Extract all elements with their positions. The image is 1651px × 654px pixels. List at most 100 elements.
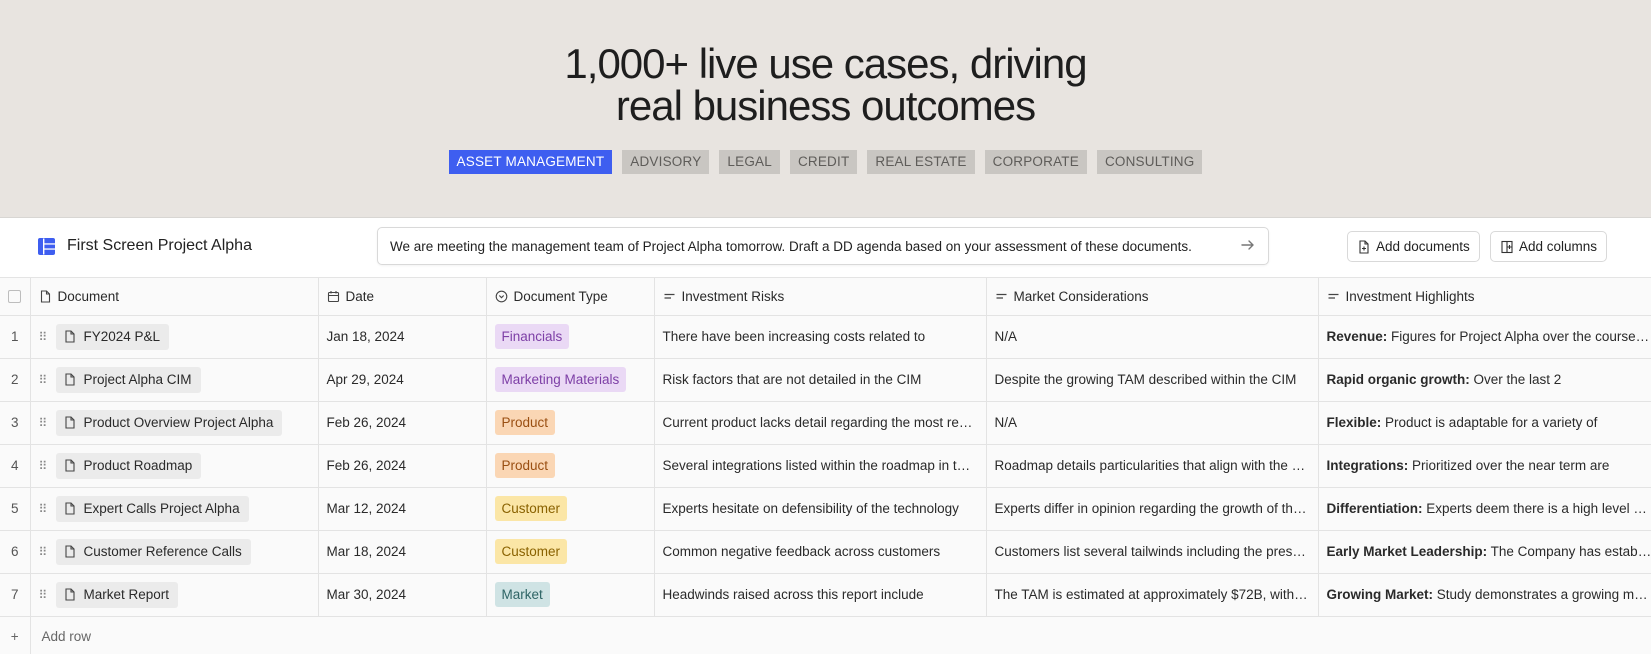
market-considerations-cell[interactable]: Customers list several tailwinds includi… — [986, 530, 1319, 574]
table-row[interactable]: 1 ⠿ FY2024 P&L Jan 18, 2024 Financials There … — [0, 315, 1651, 359]
document-type-cell[interactable]: Product — [486, 401, 655, 445]
document-cell[interactable]: ⠿ Expert Calls Project Alpha — [30, 487, 319, 531]
investment-highlights-cell[interactable]: Flexible: Product is adaptable for a var… — [1318, 401, 1651, 445]
document-chip[interactable]: Customer Reference Calls — [55, 538, 251, 565]
table-row[interactable]: 4 ⠿ Product Roadmap Feb 26, 2024 Product Seve… — [0, 444, 1651, 488]
investment-risks-cell[interactable]: Experts hesitate on defensibility of the… — [654, 487, 987, 531]
document-chip[interactable]: Market Report — [55, 581, 179, 608]
industry-tab[interactable]: ASSET MANAGEMENT — [448, 150, 613, 174]
add-row-label[interactable]: Add row — [30, 616, 1651, 654]
add-row[interactable]: + Add row — [0, 616, 1651, 654]
date-cell[interactable]: Jan 18, 2024 — [318, 315, 487, 359]
file-icon — [40, 290, 50, 303]
highlight-heading: Differentiation: — [1326, 501, 1423, 516]
plus-icon[interactable]: + — [0, 616, 31, 654]
document-type-cell[interactable]: Customer — [486, 487, 655, 531]
file-icon — [64, 330, 75, 343]
document-chip[interactable]: FY2024 P&L — [55, 323, 170, 350]
highlight-heading: Early Market Leadership: — [1326, 544, 1488, 559]
market-considerations-cell[interactable]: Experts differ in opinion regarding the … — [986, 487, 1319, 531]
document-chip[interactable]: Project Alpha CIM — [55, 366, 201, 393]
document-type-cell[interactable]: Product — [486, 444, 655, 488]
investment-risks-cell[interactable]: Current product lacks detail regarding t… — [654, 401, 987, 445]
date-cell[interactable]: Feb 26, 2024 — [318, 401, 487, 445]
column-header-document[interactable]: Document — [30, 278, 319, 316]
investment-risks-cell[interactable]: Several integrations listed within the r… — [654, 444, 987, 488]
table-row[interactable]: 2 ⠿ Project Alpha CIM Apr 29, 2024 Marketing… — [0, 358, 1651, 402]
document-cell[interactable]: ⠿ Customer Reference Calls — [30, 530, 319, 574]
documents-table: Document Date Document Type Investment R… — [0, 278, 1651, 654]
investment-risks-cell[interactable]: Headwinds raised across this report incl… — [654, 573, 987, 617]
investment-highlights-cell[interactable]: Integrations: Prioritized over the near … — [1318, 444, 1651, 488]
document-name: Market Report — [83, 587, 170, 602]
add-columns-button[interactable]: Add columns — [1490, 231, 1608, 262]
document-cell[interactable]: ⠿ FY2024 P&L — [30, 315, 319, 359]
document-type-cell[interactable]: Marketing Materials — [486, 358, 655, 402]
drag-handle-icon[interactable]: ⠿ — [39, 502, 48, 516]
market-considerations-cell[interactable]: The TAM is estimated at approximately $7… — [986, 573, 1319, 617]
investment-highlights-cell[interactable]: Revenue: Figures for Project Alpha over … — [1318, 315, 1651, 359]
text-lines-icon — [1328, 293, 1338, 299]
date-cell[interactable]: Mar 12, 2024 — [318, 487, 487, 531]
document-cell[interactable]: ⠿ Market Report — [30, 573, 319, 617]
column-header-investment-risks[interactable]: Investment Risks — [654, 278, 987, 316]
arrow-right-icon[interactable] — [1240, 237, 1256, 253]
column-header-market-considerations[interactable]: Market Considerations — [986, 278, 1319, 316]
drag-handle-icon[interactable]: ⠿ — [39, 373, 48, 387]
column-header-document-type[interactable]: Document Type — [486, 278, 655, 316]
investment-highlights-cell[interactable]: Rapid organic growth: Over the last 2 — [1318, 358, 1651, 402]
document-type-cell[interactable]: Customer — [486, 530, 655, 574]
column-header-investment-highlights[interactable]: Investment Highlights — [1318, 278, 1651, 316]
date-cell[interactable]: Mar 18, 2024 — [318, 530, 487, 574]
drag-handle-icon[interactable]: ⠿ — [39, 416, 48, 430]
industry-tab[interactable]: CORPORATE — [984, 150, 1087, 174]
industry-tab[interactable]: CREDIT — [789, 150, 858, 174]
table-row[interactable]: 3 ⠿ Product Overview Project Alpha Feb 26, … — [0, 401, 1651, 445]
document-type-cell[interactable]: Market — [486, 573, 655, 617]
document-type-badge: Product — [494, 453, 556, 478]
document-cell[interactable]: ⠿ Product Roadmap — [30, 444, 319, 488]
file-icon — [64, 459, 75, 472]
investment-risks-cell[interactable]: Common negative feedback across customer… — [654, 530, 987, 574]
file-icon — [64, 502, 75, 515]
market-considerations-cell[interactable]: N/A — [986, 315, 1319, 359]
select-all-checkbox[interactable] — [8, 289, 22, 303]
prompt-input[interactable]: We are meeting the management team of Pr… — [377, 227, 1269, 265]
add-documents-button[interactable]: Add documents — [1347, 231, 1480, 262]
document-chip[interactable]: Product Roadmap — [55, 452, 202, 479]
select-all-cell[interactable] — [0, 278, 31, 316]
table-row[interactable]: 7 ⠿ Market Report Mar 30, 2024 Market Headwin… — [0, 573, 1651, 617]
document-chip[interactable]: Expert Calls Project Alpha — [55, 495, 249, 522]
market-considerations-cell[interactable]: N/A — [986, 401, 1319, 445]
drag-handle-icon[interactable]: ⠿ — [39, 459, 48, 473]
table-row[interactable]: 5 ⠿ Expert Calls Project Alpha Mar 12, 2024… — [0, 487, 1651, 531]
date-cell[interactable]: Mar 30, 2024 — [318, 573, 487, 617]
drag-handle-icon[interactable]: ⠿ — [39, 588, 48, 602]
market-considerations-cell[interactable]: Despite the growing TAM described within… — [986, 358, 1319, 402]
date-cell[interactable]: Feb 26, 2024 — [318, 444, 487, 488]
document-chip[interactable]: Product Overview Project Alpha — [55, 409, 283, 436]
industry-tab[interactable]: REAL ESTATE — [867, 150, 975, 174]
drag-handle-icon[interactable]: ⠿ — [39, 545, 48, 559]
column-header-date[interactable]: Date — [318, 278, 487, 316]
text-lines-icon — [664, 293, 674, 299]
drag-handle-icon[interactable]: ⠿ — [39, 330, 48, 344]
column-label: Document Type — [513, 288, 608, 304]
document-cell[interactable]: ⠿ Project Alpha CIM — [30, 358, 319, 402]
table-row[interactable]: 6 ⠿ Customer Reference Calls Mar 18, 2024 Cu… — [0, 530, 1651, 574]
investment-highlights-cell[interactable]: Early Market Leadership: The Company has… — [1318, 530, 1651, 574]
market-considerations-cell[interactable]: Roadmap details particularities that ali… — [986, 444, 1319, 488]
investment-risks-cell[interactable]: There have been increasing costs related… — [654, 315, 987, 359]
document-type-badge: Product — [494, 410, 556, 435]
industry-tab[interactable]: LEGAL — [719, 150, 780, 174]
investment-highlights-cell[interactable]: Growing Market: Study demonstrates a gro… — [1318, 573, 1651, 617]
investment-risks-cell[interactable]: Risk factors that are not detailed in th… — [654, 358, 987, 402]
row-number: 1 — [0, 315, 31, 359]
file-icon — [64, 416, 75, 429]
industry-tab[interactable]: CONSULTING — [1096, 150, 1203, 174]
investment-highlights-cell[interactable]: Differentiation: Experts deem there is a… — [1318, 487, 1651, 531]
industry-tab[interactable]: ADVISORY — [622, 150, 710, 174]
document-type-cell[interactable]: Financials — [486, 315, 655, 359]
document-cell[interactable]: ⠿ Product Overview Project Alpha — [30, 401, 319, 445]
date-cell[interactable]: Apr 29, 2024 — [318, 358, 487, 402]
